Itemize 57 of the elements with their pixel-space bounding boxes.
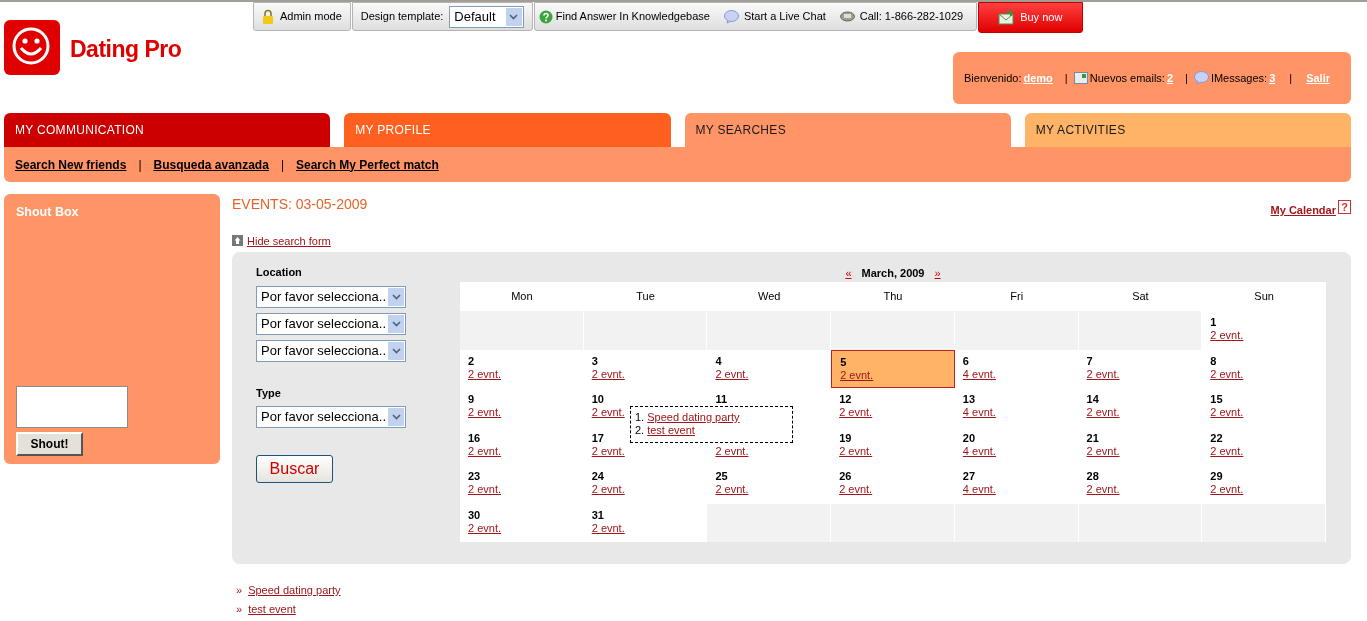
day-number: 10 [591,393,604,406]
day-number: 25 [715,470,728,483]
weekday-header: Mon [510,289,534,305]
bullet-icon: » [236,582,243,599]
type-label: Type [256,385,282,401]
day-number: 4 [715,354,722,368]
day-number: 1 [1210,316,1217,329]
weekday-header: Tue [635,289,656,305]
separator-text: | [1289,70,1293,86]
day-number: 8 [1210,354,1217,368]
location-label: Location [256,265,303,280]
day-number: 6 [962,354,969,368]
day-number: 17 [591,431,604,445]
weekday-header: Sun [1253,289,1275,305]
day-number: 20 [962,431,976,445]
day-number: 31 [591,508,604,522]
logo-text: Dating Pro [70,35,182,64]
weekday-header: Sat [1131,289,1150,305]
new-emails-label: Nuevos emails: [1089,70,1165,86]
separator-text: | [1185,70,1188,86]
day-number: 23 [468,470,481,483]
shout-box-title: Shout Box [16,204,80,221]
day-number: 12 [839,393,852,406]
separator-text: | [1064,70,1068,86]
day-number: 28 [1086,470,1099,483]
day-number: 11 [715,393,728,406]
separator-text: | [280,156,284,174]
list-number: 2. [635,424,645,437]
day-number: 22 [1210,431,1223,445]
day-number: 14 [1086,393,1099,406]
day-number: 15 [1210,393,1223,406]
day-number: 16 [468,431,481,445]
day-number: 13 [962,393,976,406]
day-number: 2 [468,354,475,368]
separator-text: | [138,156,142,174]
welcome-text: Bienvenido: [964,70,1022,86]
weekday-header: Fri [1009,289,1025,305]
design-template-label: Design template: [360,9,444,25]
imessages-label: IMessages: [1210,70,1268,86]
day-number: 29 [1210,470,1223,483]
bullet-icon: » [236,600,243,617]
day-number: 30 [468,508,481,522]
list-number: 1. [635,411,645,424]
weekday-header: Wed [757,289,782,305]
day-number: 19 [839,431,852,445]
day-number: 5 [840,355,847,369]
day-number: 3 [591,354,598,368]
month-title: March, 2009 [861,265,925,281]
day-number: 27 [962,470,976,483]
page-title: EVENTS: 03-05-2009 [232,195,368,214]
day-number: 21 [1086,431,1099,445]
weekday-header: Thu [882,289,904,305]
phone-call-text: Call: 1-866-282-1029 [839,8,964,25]
day-number: 26 [839,470,852,483]
day-number: 7 [1086,354,1093,368]
day-number: 9 [468,393,475,406]
day-number: 24 [591,470,604,483]
